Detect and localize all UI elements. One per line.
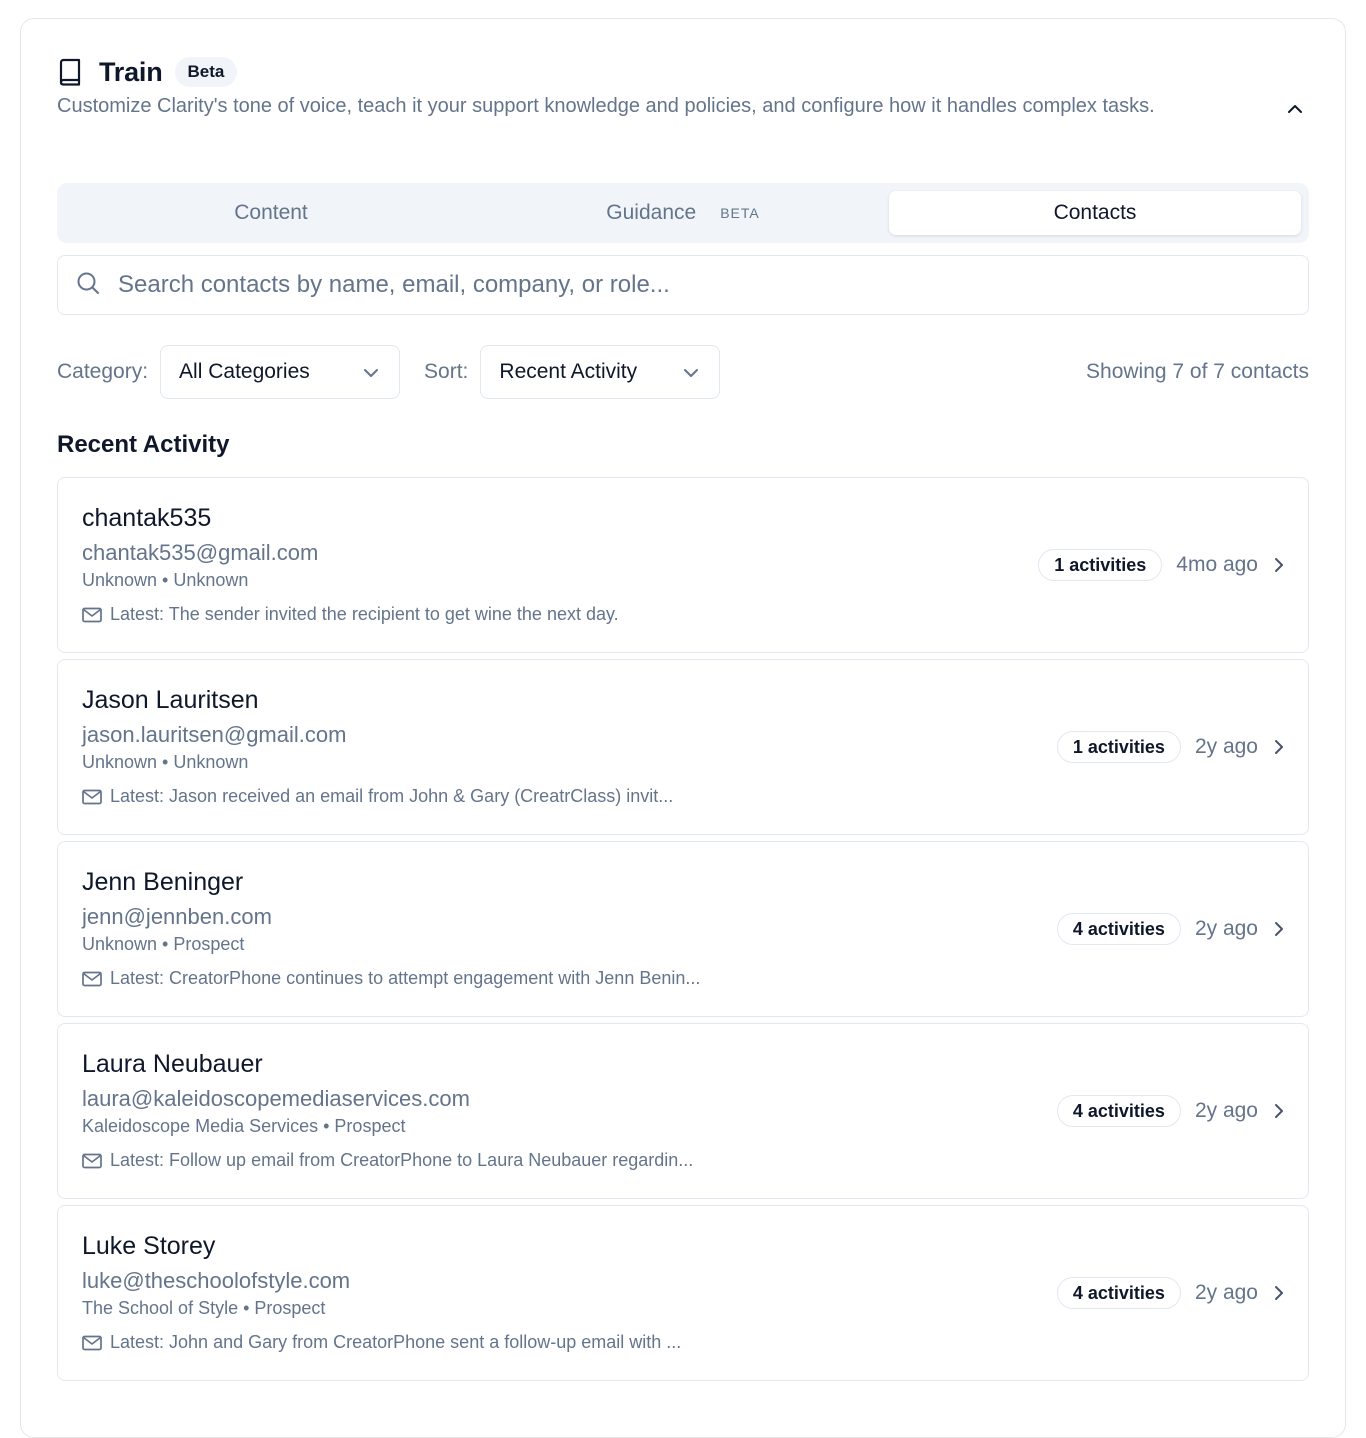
contact-meta: The School of Style • Prospect [82, 1298, 326, 1318]
category-label: Category: [57, 360, 149, 383]
latest-text: Latest: Follow up email from CreatorPhon… [110, 1150, 694, 1170]
contact-summary: 1 activities 2y ago [1056, 731, 1284, 763]
mail-icon [82, 971, 102, 987]
contact-card[interactable]: chantak535 chantak535@gmail.com Unknown … [57, 477, 1309, 653]
contact-name: Jenn Beninger [82, 868, 244, 896]
contact-name: Luke Storey [82, 1232, 216, 1260]
contact-meta: Kaleidoscope Media Services • Prospect [82, 1116, 406, 1136]
tab-contacts[interactable]: Contacts [889, 191, 1301, 235]
last-activity-time: 2y ago [1194, 917, 1258, 940]
tab-label: Contacts [1053, 201, 1137, 224]
contact-latest: Latest: CreatorPhone continues to attemp… [82, 968, 700, 989]
contact-email: laura@kaleidoscopemediaservices.com [82, 1086, 470, 1111]
filter-bar: Category: All Categories Sort: Recent Ac… [57, 345, 1309, 399]
latest-text: Latest: John and Gary from CreatorPhone … [110, 1332, 682, 1352]
contact-email: jason.lauritsen@gmail.com [82, 722, 347, 747]
chevron-down-icon [683, 360, 699, 384]
activity-count-badge: 1 activities [1056, 731, 1181, 763]
search-icon [76, 271, 100, 300]
train-panel: Train Beta Customize Clarity's tone of v… [20, 18, 1346, 1438]
book-icon [57, 58, 85, 86]
contact-latest: Latest: The sender invited the recipient… [82, 604, 619, 625]
contact-meta: Unknown • Prospect [82, 934, 245, 954]
sort-select[interactable]: Recent Activity [480, 345, 721, 399]
contact-latest: Latest: John and Gary from CreatorPhone … [82, 1332, 681, 1353]
last-activity-time: 2y ago [1194, 1099, 1258, 1122]
tab-label: Content [234, 201, 308, 224]
collapse-button[interactable] [1281, 97, 1309, 125]
latest-text: Latest: CreatorPhone continues to attemp… [110, 968, 701, 988]
category-select[interactable]: All Categories [160, 345, 401, 399]
mail-icon [82, 607, 102, 623]
train-header: Train Beta Customize Clarity's tone of v… [57, 55, 1309, 121]
contact-card[interactable]: Luke Storey luke@theschoolofstyle.com Th… [57, 1205, 1309, 1381]
results-count: Showing 7 of 7 contacts [1086, 360, 1309, 383]
category-value: All Categories [179, 360, 310, 383]
contact-list: chantak535 chantak535@gmail.com Unknown … [57, 477, 1309, 1387]
contact-email: jenn@jennben.com [82, 904, 272, 929]
contact-card[interactable]: Laura Neubauer laura@kaleidoscopemediase… [57, 1023, 1309, 1199]
chevron-up-icon [1286, 102, 1304, 120]
activity-count-badge: 4 activities [1056, 1277, 1181, 1309]
contact-name: chantak535 [82, 504, 212, 532]
contact-name: Laura Neubauer [82, 1050, 263, 1078]
tab-bar: Content Guidance BETA Contacts [57, 183, 1309, 243]
page-title: Train [99, 56, 163, 87]
contact-latest: Latest: Follow up email from CreatorPhon… [82, 1150, 693, 1171]
tab-beta-badge: BETA [720, 205, 760, 221]
latest-text: Latest: The sender invited the recipient… [110, 604, 619, 624]
contact-latest: Latest: Jason received an email from Joh… [82, 786, 673, 807]
contact-meta: Unknown • Unknown [82, 570, 249, 590]
chevron-right-icon [1274, 557, 1284, 573]
latest-text: Latest: Jason received an email from Joh… [110, 786, 674, 806]
mail-icon [82, 789, 102, 805]
chevron-right-icon [1274, 1103, 1284, 1119]
contact-email: luke@theschoolofstyle.com [82, 1268, 351, 1293]
contact-summary: 4 activities 2y ago [1056, 1095, 1284, 1127]
last-activity-time: 2y ago [1194, 735, 1258, 758]
tab-guidance[interactable]: Guidance BETA [477, 191, 889, 235]
contact-summary: 1 activities 4mo ago [1038, 549, 1284, 581]
beta-badge: Beta [174, 57, 238, 87]
tab-label: Guidance [606, 201, 697, 224]
contact-name: Jason Lauritsen [82, 686, 259, 714]
search-box [57, 255, 1309, 315]
sort-label: Sort: [424, 360, 469, 383]
contact-card[interactable]: Jenn Beninger jenn@jennben.com Unknown •… [57, 841, 1309, 1017]
contact-summary: 4 activities 2y ago [1056, 913, 1284, 945]
search-input[interactable] [118, 271, 1268, 299]
contact-summary: 4 activities 2y ago [1056, 1277, 1284, 1309]
activity-count-badge: 4 activities [1056, 913, 1181, 945]
contact-card[interactable]: Jason Lauritsen jason.lauritsen@gmail.co… [57, 659, 1309, 835]
tab-content[interactable]: Content [65, 191, 477, 235]
contact-email: chantak535@gmail.com [82, 540, 319, 565]
chevron-right-icon [1274, 739, 1284, 755]
contact-meta: Unknown • Unknown [82, 752, 249, 772]
chevron-down-icon [363, 360, 379, 384]
activity-count-badge: 4 activities [1056, 1095, 1181, 1127]
chevron-right-icon [1274, 1285, 1284, 1301]
sort-value: Recent Activity [499, 360, 638, 383]
last-activity-time: 2y ago [1194, 1281, 1258, 1304]
last-activity-time: 4mo ago [1176, 553, 1258, 576]
mail-icon [82, 1153, 102, 1169]
page-description: Customize Clarity's tone of voice, teach… [57, 95, 1155, 117]
mail-icon [82, 1335, 102, 1351]
title-row: Train Beta [57, 55, 1309, 89]
chevron-right-icon [1274, 921, 1284, 937]
section-title: Recent Activity [57, 431, 230, 458]
activity-count-badge: 1 activities [1038, 549, 1163, 581]
